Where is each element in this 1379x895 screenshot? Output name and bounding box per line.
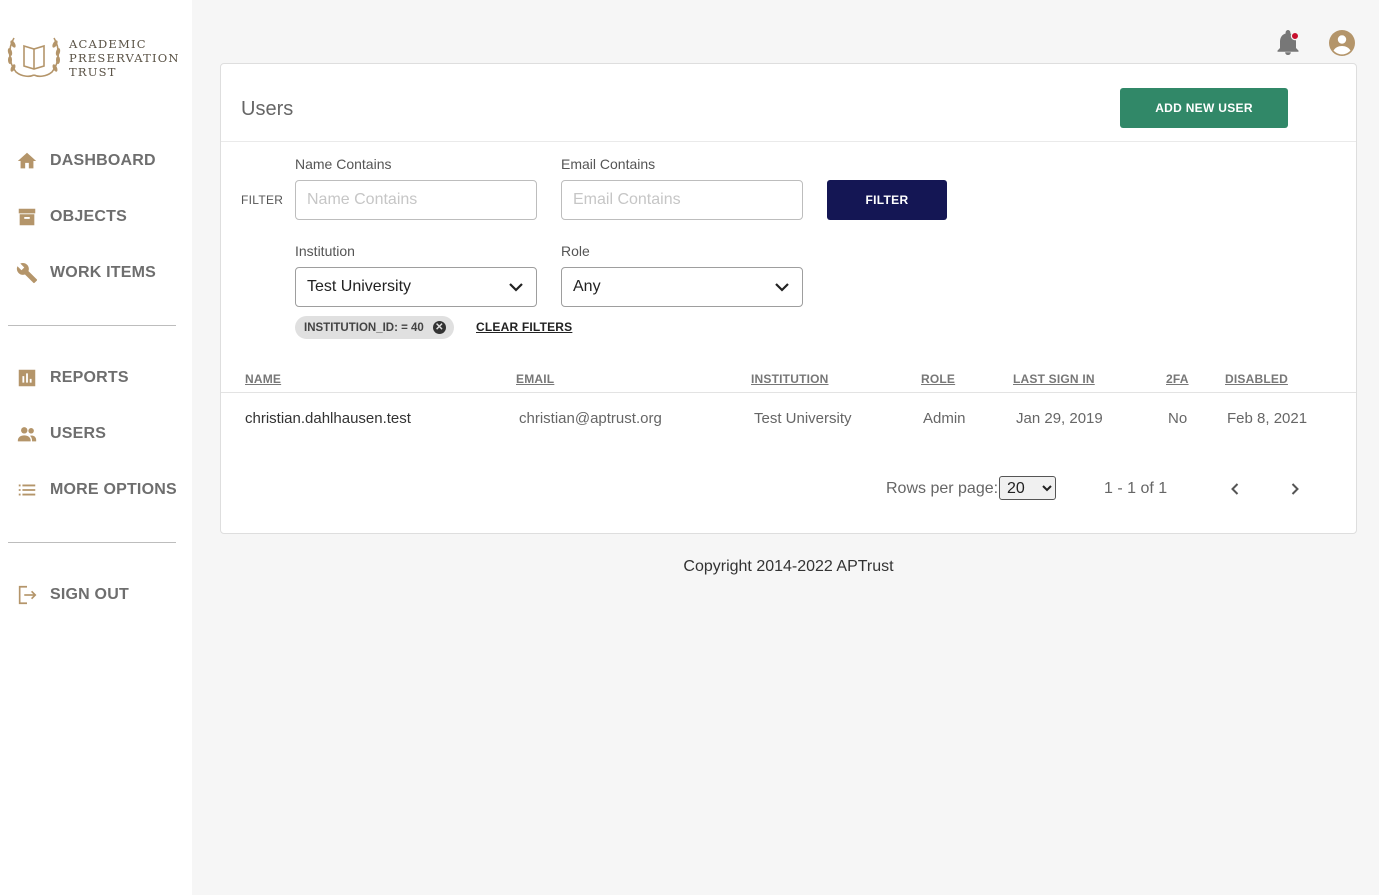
sidebar: ACADEMIC PRESERVATION TRUST DASHBOARD OB… <box>0 0 192 895</box>
laurel-book-logo-icon <box>7 37 61 78</box>
account-circle-icon <box>1329 30 1355 56</box>
cell-institution: Test University <box>754 410 852 427</box>
account-button[interactable] <box>1328 28 1358 58</box>
rows-per-page-label: Rows per page: <box>886 480 999 497</box>
cell-name: christian.dahlhausen.test <box>245 410 411 427</box>
notification-dot <box>1290 31 1300 41</box>
next-page-button[interactable] <box>1283 477 1307 501</box>
bell-icon <box>1277 30 1300 55</box>
filter-section-label: FILTER <box>241 193 284 207</box>
chevron-down-icon <box>509 283 523 292</box>
brand-line-1: ACADEMIC <box>69 37 147 51</box>
name-contains-input[interactable] <box>295 180 537 220</box>
sidebar-item-work-items[interactable]: WORK ITEMS <box>16 260 156 286</box>
sidebar-item-label: USERS <box>50 425 107 442</box>
filter-button[interactable]: FILTER <box>827 180 947 220</box>
archive-box-icon <box>16 206 38 228</box>
sidebar-item-sign-out[interactable]: SIGN OUT <box>16 582 129 608</box>
sidebar-item-label: REPORTS <box>50 369 129 386</box>
role-select-value: Any <box>573 278 601 295</box>
sidebar-item-reports[interactable]: REPORTS <box>16 365 129 391</box>
brand-name: ACADEMIC PRESERVATION TRUST <box>69 37 180 79</box>
institution-select[interactable]: Test University <box>295 267 537 307</box>
column-header-institution[interactable]: INSTITUTION <box>751 372 829 386</box>
sidebar-item-label: DASHBOARD <box>50 152 156 169</box>
header-divider <box>221 141 1356 142</box>
cell-role: Admin <box>923 410 966 427</box>
chevron-left-icon <box>1231 483 1239 495</box>
column-header-email[interactable]: EMAIL <box>516 372 554 386</box>
sidebar-item-users[interactable]: USERS <box>16 421 106 447</box>
users-icon <box>16 423 38 445</box>
email-contains-input[interactable] <box>561 180 803 220</box>
column-header-last-sign-in[interactable]: LAST SIGN IN <box>1013 372 1095 386</box>
clear-filters-link[interactable]: CLEAR FILTERS <box>476 320 572 334</box>
cell-disabled: Feb 8, 2021 <box>1227 410 1308 427</box>
footer-copyright: Copyright 2014-2022 APTrust <box>683 558 894 575</box>
sidebar-item-label: WORK ITEMS <box>50 264 156 281</box>
add-new-user-button[interactable]: ADD NEW USER <box>1120 88 1288 128</box>
notifications-button[interactable] <box>1274 28 1304 58</box>
name-field-label: Name Contains <box>295 156 392 172</box>
remove-filter-icon[interactable]: ✕ <box>432 321 446 334</box>
column-header-2fa[interactable]: 2FA <box>1166 372 1189 386</box>
users-card: Users ADD NEW USER FILTER Name Contains … <box>220 63 1357 534</box>
column-header-name[interactable]: NAME <box>245 372 281 386</box>
brand-line-2: PRESERVATION <box>69 51 180 65</box>
sidebar-item-more-options[interactable]: MORE OPTIONS <box>16 477 177 503</box>
previous-page-button[interactable] <box>1223 477 1247 501</box>
sign-out-icon <box>16 584 38 606</box>
active-filter-chip: INSTITUTION_ID: = 40 ✕ <box>295 316 454 339</box>
pagination-range: 1 - 1 of 1 <box>1104 480 1168 497</box>
column-header-role[interactable]: ROLE <box>921 372 955 386</box>
sidebar-item-label: SIGN OUT <box>50 586 129 603</box>
email-field-label: Email Contains <box>561 156 656 172</box>
wrench-icon <box>16 262 38 284</box>
bar-chart-icon <box>16 367 38 389</box>
sidebar-item-label: OBJECTS <box>50 208 127 225</box>
sidebar-item-label: MORE OPTIONS <box>50 481 177 498</box>
home-icon <box>16 150 38 172</box>
institution-field-label: Institution <box>295 243 355 259</box>
table-header-divider <box>221 392 1356 393</box>
chevron-down-icon <box>775 283 789 292</box>
sidebar-item-dashboard[interactable]: DASHBOARD <box>16 148 156 174</box>
column-header-disabled[interactable]: DISABLED <box>1225 372 1288 386</box>
cell-last-sign-in: Jan 29, 2019 <box>1016 410 1103 427</box>
cell-2fa: No <box>1168 410 1188 427</box>
chevron-right-icon <box>1291 483 1299 495</box>
institution-select-value: Test University <box>307 278 412 295</box>
role-select[interactable]: Any <box>561 267 803 307</box>
cell-email: christian@aptrust.org <box>519 410 662 427</box>
role-field-label: Role <box>561 243 590 259</box>
brand-line-3: TRUST <box>69 65 117 79</box>
sidebar-item-objects[interactable]: OBJECTS <box>16 204 127 230</box>
sidebar-divider <box>8 542 176 543</box>
list-icon <box>16 479 38 501</box>
sidebar-divider <box>8 325 176 326</box>
page-title: Users <box>241 98 294 120</box>
rows-per-page-select[interactable]: 20 <box>999 476 1056 500</box>
chip-label: INSTITUTION_ID: = 40 <box>304 321 424 334</box>
brand-logo[interactable]: ACADEMIC PRESERVATION TRUST <box>6 30 186 82</box>
